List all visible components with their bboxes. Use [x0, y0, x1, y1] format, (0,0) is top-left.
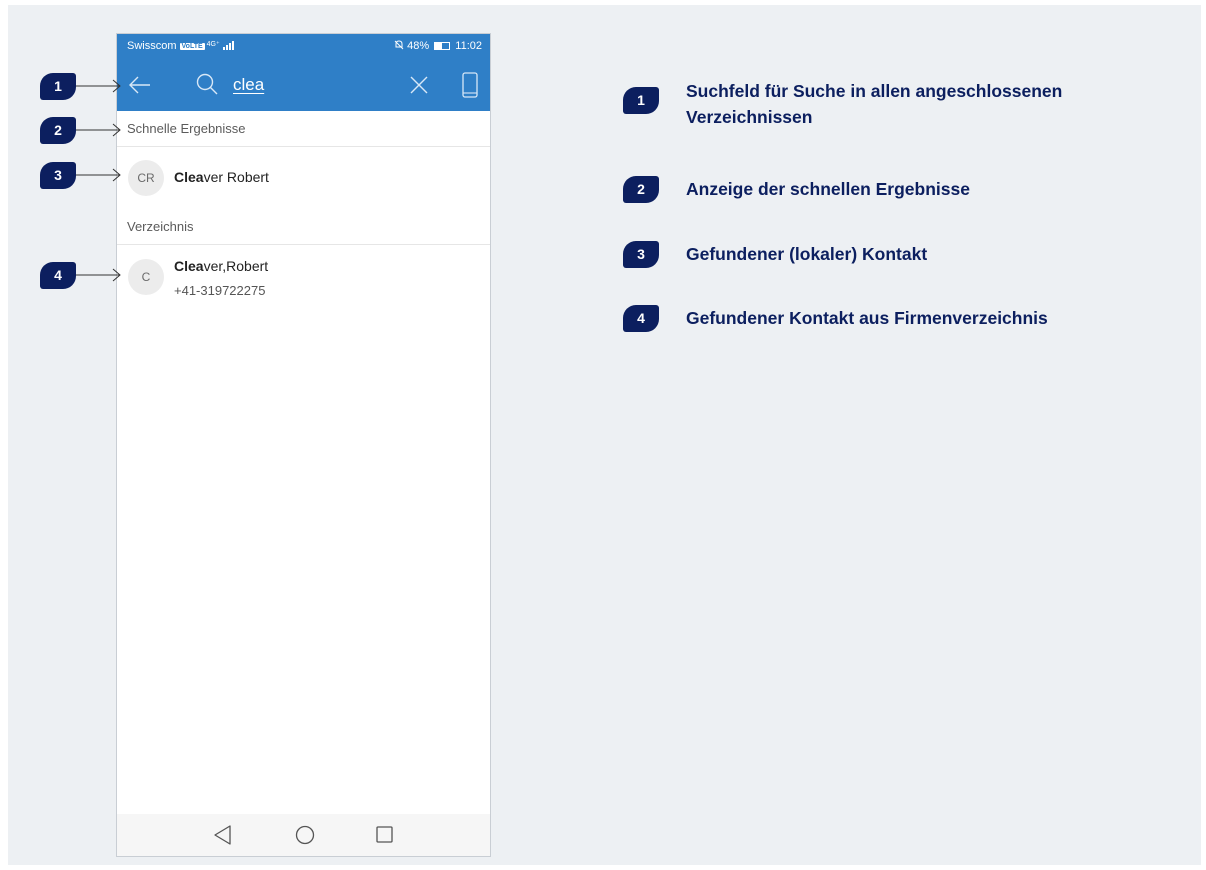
network-type: 4G⁺: [206, 41, 220, 48]
name-match: Clea: [174, 258, 204, 274]
callout-badge-4: 4: [40, 262, 76, 289]
search-app-bar: clea: [117, 58, 490, 111]
quick-result-row[interactable]: CR Cleaver Robert: [117, 147, 490, 209]
carrier-indicator: Swisscom VoLTE 4G⁺: [127, 40, 235, 52]
status-right: 48% 11:02: [394, 40, 482, 52]
avatar: CR: [128, 160, 164, 196]
nav-back-icon[interactable]: [214, 825, 232, 845]
legend-text: Gefundener (lokaler) Kontakt: [686, 244, 928, 264]
callout-badge-2: 2: [40, 117, 76, 144]
volte-badge: VoLTE: [179, 43, 205, 50]
signal-icon: [222, 41, 234, 50]
legend-text: Anzeige der schnellen Ergebnisse: [686, 179, 970, 199]
legend-text: Suchfeld für Suche in allen angeschlosse…: [686, 81, 1063, 127]
directory-result-row[interactable]: C Cleaver,Robert +41-319722275: [117, 245, 490, 315]
name-rest: ver,Robert: [203, 258, 269, 274]
directory-header: Verzeichnis: [117, 209, 490, 245]
clear-search-icon[interactable]: [410, 76, 428, 94]
name-match: Clea: [174, 169, 204, 185]
legend-badge: 1: [623, 87, 659, 114]
quick-results-header: Schnelle Ergebnisse: [117, 111, 490, 147]
phone-device-icon[interactable]: [460, 72, 480, 98]
legend-badge: 3: [623, 241, 659, 268]
nav-recent-apps-icon[interactable]: [376, 826, 393, 843]
avatar: C: [128, 259, 164, 295]
carrier-name: Swisscom: [127, 40, 177, 52]
legend-badge: 4: [623, 305, 659, 332]
status-bar: Swisscom VoLTE 4G⁺ 48% 11:02: [117, 34, 490, 58]
callout-arrow-4: [76, 268, 121, 282]
android-nav-bar: [117, 814, 490, 856]
callout-badge-1: 1: [40, 73, 76, 100]
name-rest: ver Robert: [203, 169, 269, 185]
contact-name: Cleaver,Robert: [174, 258, 268, 274]
contact-phone: +41-319722275: [174, 283, 266, 298]
nav-home-icon[interactable]: [295, 825, 315, 845]
back-arrow-icon[interactable]: [129, 75, 151, 95]
callout-arrow-3: [76, 168, 121, 182]
legend-badge: 2: [623, 176, 659, 203]
search-icon: [196, 73, 218, 95]
callout-arrow-2: [76, 123, 121, 137]
mute-bell-icon: [394, 40, 404, 50]
callout-arrow-1: [76, 79, 121, 93]
callout-badge-3: 3: [40, 162, 76, 189]
contact-name: Cleaver Robert: [174, 169, 269, 185]
legend-text: Gefundener Kontakt aus Firmenverzeichnis: [686, 308, 1048, 328]
search-input[interactable]: clea: [233, 75, 264, 95]
clock: 11:02: [455, 40, 482, 52]
battery-percent: 48%: [407, 40, 430, 52]
phone-screen: Swisscom VoLTE 4G⁺ 48% 11:02 clea Schnel…: [116, 33, 491, 857]
battery-icon: [434, 42, 451, 50]
